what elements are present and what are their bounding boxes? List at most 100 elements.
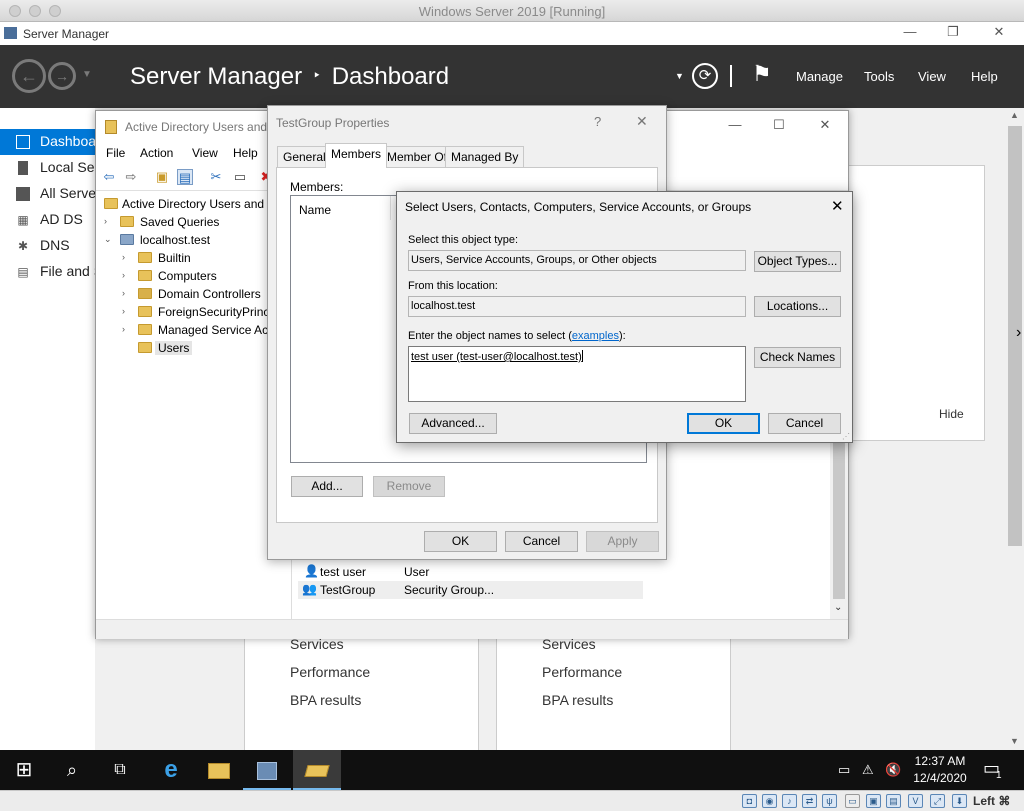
recording-icon[interactable]: ▤ (886, 794, 901, 808)
menu-help[interactable]: Help (971, 69, 998, 84)
scroll-down-icon[interactable]: ▼ (1010, 736, 1019, 746)
object-names-label: Enter the object names to select (exampl… (408, 330, 626, 342)
host-title-bar: Windows Server 2019 [Running] (0, 0, 1024, 22)
tab-general[interactable]: General (277, 146, 332, 167)
optical-drive-icon[interactable]: ◉ (762, 794, 777, 808)
aduc-taskbar-icon[interactable] (293, 750, 341, 790)
file-explorer-icon[interactable] (195, 750, 243, 790)
object-names-input[interactable]: test user (test-user@localhost.test) (408, 346, 746, 402)
select-ok-button[interactable]: OK (687, 413, 760, 434)
menu-manage[interactable]: Manage (796, 69, 843, 84)
scroll-up-icon[interactable]: ▲ (1010, 110, 1019, 120)
task-view-icon[interactable]: ⧉ (96, 750, 144, 790)
taskbar: ⊞ ⌕ ⧉ e ▭ ⚠ 🔇 12:37 AM 12/4/2020 ▭ 1 (0, 750, 1024, 790)
vt-x-icon[interactable]: V (908, 794, 923, 808)
volume-tray-icon[interactable]: 🔇 (885, 762, 901, 778)
resize-grip-icon[interactable]: ⋰ (842, 432, 850, 441)
refresh-dropdown-icon[interactable]: ▼ (675, 71, 684, 81)
advanced-button[interactable]: Advanced... (409, 413, 497, 434)
back-icon[interactable]: ⇦ (101, 169, 117, 185)
copy-icon[interactable]: ▭ (232, 169, 248, 185)
display-icon[interactable]: ▣ (866, 794, 881, 808)
cut-icon[interactable]: ✂ (208, 169, 224, 185)
sidebar-item-ad-ds[interactable]: ▦ AD DS (0, 207, 95, 233)
close-icon[interactable]: ✕ (636, 113, 648, 130)
check-names-button[interactable]: Check Names (754, 347, 841, 368)
up-folder-icon[interactable]: ▣ (154, 169, 170, 185)
tab-member-of[interactable]: Member Of (381, 146, 454, 167)
internet-explorer-icon[interactable]: e (147, 750, 195, 790)
menu-view[interactable]: View (918, 69, 946, 84)
expand-icon[interactable]: › (122, 324, 132, 334)
aduc-menu-file[interactable]: File (106, 146, 125, 160)
maximize-icon[interactable]: ☐ (764, 117, 794, 133)
search-icon[interactable]: ⌕ (48, 750, 96, 790)
column-header-name[interactable]: Name (291, 196, 391, 220)
list-row[interactable]: 👥 TestGroup Security Group... (298, 581, 643, 599)
close-icon[interactable]: ✕ (984, 24, 1014, 40)
hard-disk-icon[interactable]: ◘ (742, 794, 757, 808)
breadcrumb-app: Server Manager (130, 63, 303, 90)
close-icon[interactable]: ✕ (831, 197, 844, 215)
usb-icon[interactable]: ψ (822, 794, 837, 808)
expand-icon[interactable]: › (122, 270, 132, 280)
server-manager-scrollbar[interactable]: ▲ ▼ (1006, 108, 1024, 750)
network-icon[interactable]: ⇄ (802, 794, 817, 808)
minimize-icon[interactable]: — (895, 24, 925, 39)
keyboard-capture-icon[interactable]: ⬇ (952, 794, 967, 808)
expand-icon[interactable]: › (122, 306, 132, 316)
add-button[interactable]: Add... (291, 476, 363, 497)
mouse-pointer-icon: › (1016, 324, 1022, 341)
restore-icon[interactable]: ❐ (938, 24, 968, 40)
close-icon[interactable]: ✕ (810, 117, 840, 133)
locations-button[interactable]: Locations... (754, 296, 841, 317)
shared-folders-icon[interactable]: ▭ (845, 794, 860, 808)
hide-link[interactable]: Hide (939, 407, 964, 421)
scroll-down-icon[interactable]: ⌄ (834, 602, 842, 613)
server-manager-taskbar-icon[interactable] (243, 750, 291, 790)
refresh-icon[interactable]: ⟳ (692, 63, 718, 89)
forward-icon[interactable]: ⇨ (123, 169, 139, 185)
expand-icon[interactable]: › (122, 252, 132, 262)
sidebar-item-all-servers[interactable]: All Servers (0, 181, 95, 207)
tab-managed-by[interactable]: Managed By (445, 146, 525, 167)
clock-date: 12/4/2020 (913, 771, 967, 785)
notifications-flag-icon[interactable]: ⚑ (752, 61, 772, 87)
tile-link-bpa-results[interactable]: BPA results (542, 692, 613, 708)
aduc-menu-view[interactable]: View (192, 146, 218, 160)
taskbar-clock[interactable]: 12:37 AM 12/4/2020 (905, 753, 975, 787)
nav-dropdown-icon[interactable]: ▼ (82, 69, 92, 80)
tile-link-performance[interactable]: Performance (290, 664, 370, 680)
minimize-icon[interactable]: — (720, 117, 750, 132)
aduc-menu-help[interactable]: Help (233, 146, 258, 160)
select-cancel-button[interactable]: Cancel (768, 413, 841, 434)
sidebar-item-dashboard[interactable]: Dashboard (0, 129, 95, 155)
back-arrow-icon[interactable]: ← (12, 59, 46, 93)
cancel-button[interactable]: Cancel (505, 531, 578, 552)
ok-button[interactable]: OK (424, 531, 497, 552)
show-tree-icon[interactable]: ▤ (177, 169, 193, 185)
menu-tools[interactable]: Tools (864, 69, 894, 84)
apply-button[interactable]: Apply (586, 531, 659, 552)
expand-icon[interactable]: › (122, 288, 132, 298)
tab-members[interactable]: Members (325, 143, 388, 168)
examples-link[interactable]: examples (572, 330, 619, 342)
help-icon[interactable]: ? (594, 114, 601, 129)
aduc-menu-action[interactable]: Action (140, 146, 173, 160)
remove-button[interactable]: Remove (373, 476, 445, 497)
start-windows-icon[interactable]: ⊞ (0, 750, 48, 790)
list-row[interactable]: 👤 test user User (298, 563, 643, 581)
sidebar-item-file-storage[interactable]: ▤File and Storage Services (0, 259, 95, 285)
object-types-button[interactable]: Object Types... (754, 251, 841, 272)
sidebar-item-local-server[interactable]: Local Server (0, 155, 95, 181)
mouse-integration-icon[interactable]: ⤢ (930, 794, 945, 808)
forward-arrow-icon[interactable]: → (48, 62, 76, 90)
tile-link-performance[interactable]: Performance (542, 664, 622, 680)
tile-link-bpa-results[interactable]: BPA results (290, 692, 361, 708)
warning-tray-icon[interactable]: ⚠ (862, 762, 874, 778)
collapse-icon[interactable]: ⌄ (104, 234, 114, 245)
sidebar-item-dns[interactable]: ✱ DNS (0, 233, 95, 259)
expand-icon[interactable]: › (104, 216, 114, 226)
network-tray-icon[interactable]: ▭ (838, 762, 850, 778)
audio-icon[interactable]: ♪ (782, 794, 797, 808)
